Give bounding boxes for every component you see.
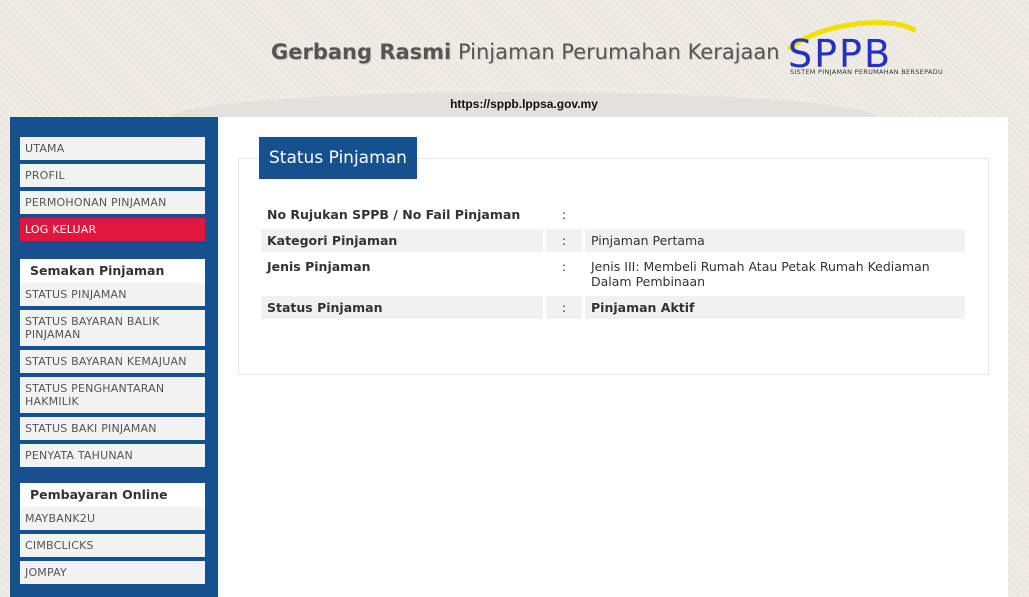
pembayaran-menu: Pembayaran Online MAYBANK2U CIMBCLICKS J… [20, 483, 205, 588]
sidebar-item-penyata-tahunan[interactable]: PENYATA TAHUNAN [20, 444, 205, 471]
sidebar-item-label: STATUS PENGHANTARAN HAKMILIK [25, 382, 165, 408]
sidebar-item-status-penghantaran-hakmilik[interactable]: STATUS PENGHANTARAN HAKMILIK [20, 377, 205, 417]
sidebar-item-status-pinjaman[interactable]: STATUS PINJAMAN [20, 283, 205, 310]
sidebar-item-jompay[interactable]: JOMPAY [20, 561, 205, 588]
row-value: Pinjaman Aktif [585, 296, 965, 319]
row-label: No Rujukan SPPB / No Fail Pinjaman [267, 207, 521, 222]
sidebar-item-log-keluar[interactable]: LOG KELUAR [20, 218, 205, 245]
row-separator: : [561, 207, 567, 222]
sidebar-item-label: PENYATA TAHUNAN [25, 449, 133, 462]
row-label: Status Pinjaman [261, 296, 543, 319]
sidebar-item-status-bayaran-kemajuan[interactable]: STATUS BAYARAN KEMAJUAN [20, 350, 205, 377]
row-value: Pinjaman Pertama [585, 229, 965, 252]
sidebar-item-label: STATUS BAKI PINJAMAN [25, 422, 157, 435]
sidebar-item-label: PERMOHONAN PINJAMAN [25, 196, 167, 209]
sidebar-item-label: STATUS BAYARAN KEMAJUAN [25, 355, 187, 368]
row-value [585, 203, 965, 226]
row-separator: : [543, 229, 585, 252]
sidebar-item-status-baki-pinjaman[interactable]: STATUS BAKI PINJAMAN [20, 417, 205, 444]
row-separator: : [561, 259, 567, 274]
sidebar-item-label: UTAMA [25, 142, 65, 155]
main-content: Status Pinjaman No Rujukan SPPB / No Fai… [218, 117, 1008, 597]
row-label: Kategori Pinjaman [261, 229, 543, 252]
sidebar-item-profil[interactable]: PROFIL [20, 164, 205, 191]
row-value: Jenis III: Membeli Rumah Atau Petak Ruma… [591, 259, 930, 289]
sidebar-item-label: STATUS PINJAMAN [25, 288, 127, 301]
sidebar-item-label: LOG KELUAR [25, 223, 97, 236]
table-row: No Rujukan SPPB / No Fail Pinjaman : [261, 203, 965, 226]
semakan-menu: Semakan Pinjaman STATUS PINJAMAN STATUS … [20, 259, 205, 471]
sidebar-item-label: CIMBCLICKS [25, 539, 94, 552]
portal-title-bold: Gerbang Rasmi [271, 40, 452, 64]
sidebar-item-utama[interactable]: UTAMA [20, 137, 205, 164]
pembayaran-heading: Pembayaran Online [20, 483, 205, 507]
panel-title: Status Pinjaman [259, 137, 417, 179]
site-url: https://sppb.lppsa.gov.my [450, 97, 598, 111]
sidebar-item-label: JOMPAY [25, 566, 67, 579]
sidebar-item-label: STATUS BAYARAN BALIK PINJAMAN [25, 315, 160, 341]
portal-title: Gerbang Rasmi Pinjaman Perumahan Kerajaa… [271, 40, 780, 74]
sidebar-item-label: MAYBANK2U [25, 512, 96, 525]
table-row: Jenis Pinjaman : Jenis III: Membeli Ruma… [261, 255, 965, 293]
sidebar-item-maybank2u[interactable]: MAYBANK2U [20, 507, 205, 534]
loan-status-table: No Rujukan SPPB / No Fail Pinjaman : Kat… [261, 200, 965, 322]
main-menu: UTAMA PROFIL PERMOHONAN PINJAMAN LOG KEL… [20, 137, 205, 245]
table-row: Kategori Pinjaman : Pinjaman Pertama [261, 229, 965, 252]
table-row: Status Pinjaman : Pinjaman Aktif [261, 296, 965, 319]
sidebar-item-label: PROFIL [25, 169, 65, 182]
sidebar-item-status-bayaran-balik[interactable]: STATUS BAYARAN BALIK PINJAMAN [20, 310, 205, 350]
semakan-heading: Semakan Pinjaman [20, 259, 205, 283]
sidebar-item-permohonan-pinjaman[interactable]: PERMOHONAN PINJAMAN [20, 191, 205, 218]
portal-title-rest: Pinjaman Perumahan Kerajaan [451, 40, 780, 64]
row-label: Jenis Pinjaman [267, 259, 371, 274]
logo-subtitle: SISTEM PINJAMAN PERUMAHAN BERSEPADU [790, 68, 943, 76]
sidebar: UTAMA PROFIL PERMOHONAN PINJAMAN LOG KEL… [10, 117, 218, 597]
sppb-logo[interactable]: SPPB SISTEM PINJAMAN PERUMAHAN BERSEPADU [782, 18, 952, 82]
url-banner: https://sppb.lppsa.gov.my [170, 92, 878, 118]
sidebar-item-cimbclicks[interactable]: CIMBCLICKS [20, 534, 205, 561]
row-separator: : [543, 296, 585, 319]
